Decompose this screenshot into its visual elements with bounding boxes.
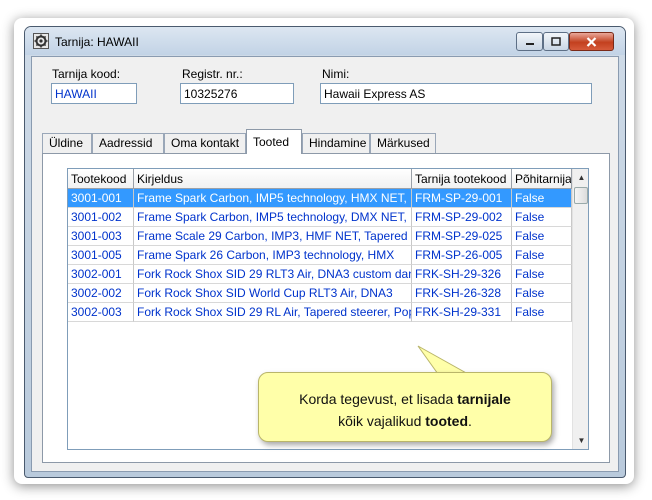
table-row[interactable]: 3001-001 Frame Spark Carbon, IMP5 technol… <box>68 189 572 208</box>
table-row[interactable]: 3001-002 Frame Spark Carbon, IMP5 technol… <box>68 208 572 227</box>
close-button[interactable] <box>569 32 614 51</box>
callout-text-2: kõik vajalikud <box>338 413 426 429</box>
cell-tarnija-tootekood[interactable]: FRK-SH-29-331 <box>412 303 512 322</box>
cell-kirjeldus[interactable]: Frame Spark Carbon, IMP5 technology, HMX… <box>134 189 412 208</box>
tab-uldine[interactable]: Üldine <box>42 133 92 153</box>
supplier-code-label: Tarnija kood: <box>52 67 121 81</box>
cell-kirjeldus[interactable]: Frame Spark Carbon, IMP5 technology, DMX… <box>134 208 412 227</box>
cell-kirjeldus[interactable]: Frame Spark 26 Carbon, IMP3 technology, … <box>134 246 412 265</box>
cell-tootekood[interactable]: 3002-003 <box>68 303 134 322</box>
cell-tarnija-tootekood[interactable]: FRM-SP-29-002 <box>412 208 512 227</box>
cell-tarnija-tootekood[interactable]: FRM-SP-29-025 <box>412 227 512 246</box>
cell-pohitarnija[interactable]: False <box>512 284 572 303</box>
cell-tootekood[interactable]: 3002-002 <box>68 284 134 303</box>
window-title: Tarnija: HAWAII <box>55 35 139 49</box>
name-label: Nimi: <box>322 67 350 81</box>
callout-text-3: . <box>468 413 472 429</box>
tab-tooted[interactable]: Tooted <box>246 129 302 154</box>
grid-vertical-scrollbar[interactable]: ▲ ▼ <box>572 169 588 449</box>
minimize-icon <box>525 42 534 45</box>
scroll-thumb[interactable] <box>574 187 588 204</box>
column-header-pohitarnija[interactable]: Põhitarnija <box>512 169 572 189</box>
cell-kirjeldus[interactable]: Frame Scale 29 Carbon, IMP3, HMF NET, Ta… <box>134 227 412 246</box>
reg-number-label: Registr. nr.: <box>182 67 243 81</box>
cell-kirjeldus[interactable]: Fork Rock Shox SID 29 RLT3 Air, DNA3 cus… <box>134 265 412 284</box>
callout-bold-tarnijale: tarnijale <box>457 391 511 407</box>
gear-app-icon <box>33 33 49 49</box>
cell-tarnija-tootekood[interactable]: FRM-SP-26-005 <box>412 246 512 265</box>
scroll-down-arrow-icon[interactable]: ▼ <box>573 432 588 449</box>
name-field[interactable]: Hawaii Express AS <box>320 83 592 104</box>
minimize-button[interactable] <box>516 32 543 51</box>
tab-markused[interactable]: Märkused <box>370 133 436 153</box>
cell-kirjeldus[interactable]: Fork Rock Shox SID World Cup RLT3 Air, D… <box>134 284 412 303</box>
maximize-icon <box>551 37 561 46</box>
callout-bold-tooted: tooted <box>425 413 469 429</box>
cell-pohitarnija[interactable]: False <box>512 189 572 208</box>
maximize-button[interactable] <box>543 32 569 51</box>
supplier-code-field[interactable]: HAWAII <box>51 83 137 104</box>
table-row[interactable]: 3002-003 Fork Rock Shox SID 29 RL Air, Ta… <box>68 303 572 322</box>
cell-kirjeldus[interactable]: Fork Rock Shox SID 29 RL Air, Tapered st… <box>134 303 412 322</box>
cell-pohitarnija[interactable]: False <box>512 208 572 227</box>
close-icon <box>586 36 597 47</box>
reg-number-field[interactable]: 10325276 <box>180 83 294 104</box>
tab-oma-kontakt[interactable]: Oma kontakt <box>164 133 246 153</box>
table-row[interactable]: 3001-005 Frame Spark 26 Carbon, IMP3 tech… <box>68 246 572 265</box>
cell-tarnija-tootekood[interactable]: FRK-SH-29-326 <box>412 265 512 284</box>
scroll-up-arrow-icon[interactable]: ▲ <box>573 169 588 186</box>
title-bar[interactable]: Tarnija: HAWAII <box>25 27 625 55</box>
instruction-callout: Korda tegevust, et lisada tarnijale kõik… <box>258 372 552 442</box>
cell-tootekood[interactable]: 3001-003 <box>68 227 134 246</box>
cell-tarnija-tootekood[interactable]: FRK-SH-26-328 <box>412 284 512 303</box>
cell-tootekood[interactable]: 3001-001 <box>68 189 134 208</box>
column-header-tootekood[interactable]: Tootekood <box>68 169 134 189</box>
callout-text-1: Korda tegevust, et lisada <box>299 391 458 407</box>
table-row[interactable]: 3002-001 Fork Rock Shox SID 29 RLT3 Air, … <box>68 265 572 284</box>
grid-header: Tootekood Kirjeldus Tarnija tootekood Põ… <box>68 169 572 189</box>
cell-tarnija-tootekood[interactable]: FRM-SP-29-001 <box>412 189 512 208</box>
cell-pohitarnija[interactable]: False <box>512 227 572 246</box>
cell-tootekood[interactable]: 3001-002 <box>68 208 134 227</box>
tab-hindamine[interactable]: Hindamine <box>302 133 370 153</box>
cell-pohitarnija[interactable]: False <box>512 265 572 284</box>
cell-pohitarnija[interactable]: False <box>512 246 572 265</box>
cell-pohitarnija[interactable]: False <box>512 303 572 322</box>
column-header-kirjeldus[interactable]: Kirjeldus <box>134 169 412 189</box>
cell-tootekood[interactable]: 3002-001 <box>68 265 134 284</box>
table-row[interactable]: 3002-002 Fork Rock Shox SID World Cup RLT… <box>68 284 572 303</box>
cell-tootekood[interactable]: 3001-005 <box>68 246 134 265</box>
table-row[interactable]: 3001-003 Frame Scale 29 Carbon, IMP3, HMF… <box>68 227 572 246</box>
column-header-tarnija-tootekood[interactable]: Tarnija tootekood <box>412 169 512 189</box>
tab-aadressid[interactable]: Aadressid <box>92 133 164 153</box>
